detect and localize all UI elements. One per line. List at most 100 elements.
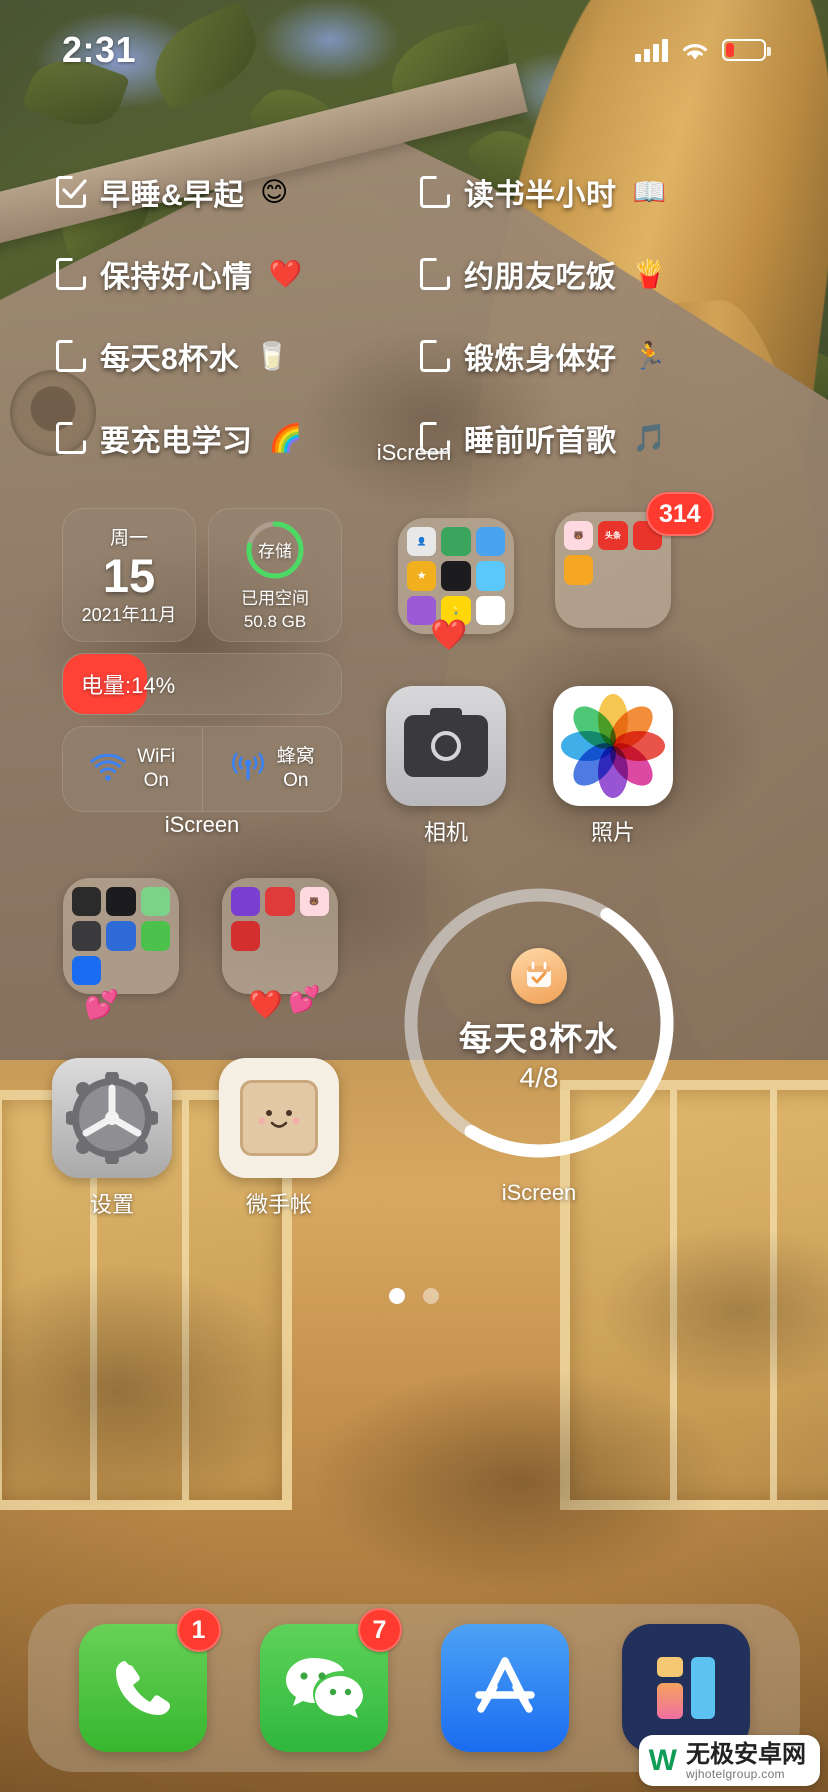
hearts-emoji-2: 💕: [288, 984, 321, 1014]
battery-low-icon: [722, 39, 771, 61]
folder-app-music-circle[interactable]: [441, 561, 471, 591]
app-photos-label: 照片: [590, 820, 635, 845]
dock-app-wechat[interactable]: 7: [259, 1608, 402, 1752]
checklist-item[interactable]: 每天8杯水 🥛: [56, 334, 412, 378]
utilities-folder[interactable]: [63, 878, 179, 994]
storage-ring: 存储: [244, 519, 306, 581]
page-dot[interactable]: [389, 1288, 405, 1304]
app-camera-label: 相机: [423, 820, 468, 845]
checklist-item-emoji: 📖: [632, 177, 667, 207]
checklist-item-emoji: 😊: [260, 176, 289, 207]
gear-icon[interactable]: [52, 1058, 172, 1178]
folder-empty-slot: [564, 590, 593, 619]
checkbox-icon[interactable]: [56, 258, 86, 290]
checklist-widget[interactable]: 早睡&早起 😊 读书半小时 📖 保持好心情 ❤️ 约朋友吃饭 🍟 每天8杯水 🥛 锻炼身体好 🏃 要充电…: [56, 170, 776, 460]
checklist-item-emoji: 🥛: [255, 341, 289, 371]
folder-app-contacts[interactable]: 👤: [407, 527, 437, 557]
folder-app-weibo[interactable]: [564, 555, 594, 585]
folder-app-video-purple[interactable]: [231, 887, 261, 917]
page-dots[interactable]: [0, 1288, 828, 1304]
checklist-item[interactable]: 早睡&早起 😊: [56, 170, 412, 214]
date-day: 15: [102, 548, 156, 602]
folder-app-music-red[interactable]: [265, 887, 295, 917]
folder-app-maps[interactable]: [140, 887, 170, 917]
checkbox-icon[interactable]: [420, 176, 450, 208]
date-year-month: 2021年11月: [81, 605, 177, 626]
watermark-url: wjhotelgroup.com: [686, 1767, 785, 1781]
cellular-bars-icon: [635, 38, 668, 62]
cellular-label: 蜂窝: [276, 746, 315, 768]
folder-empty-slot: [633, 555, 662, 584]
wechat-badge: 7: [357, 1608, 402, 1652]
dock-app-iscreen[interactable]: [621, 1624, 750, 1752]
cellular-status-cell[interactable]: 蜂窝 On: [201, 727, 342, 811]
status-bar-clock: 2:31: [62, 29, 137, 70]
checklist-item[interactable]: 锻炼身体好 🏃: [420, 334, 776, 378]
folder-app-shortcuts[interactable]: [106, 921, 136, 951]
date-card[interactable]: 周一 15 2021年11月: [62, 508, 196, 642]
dock-app-appstore[interactable]: [440, 1624, 569, 1752]
folder-app-appstore-small[interactable]: [72, 955, 102, 985]
water-tracker-widget[interactable]: 每天8杯水 4/8: [396, 880, 682, 1166]
folder-app-clock[interactable]: [106, 887, 136, 917]
folder-empty-slot: [106, 956, 135, 985]
info-widget[interactable]: 周一 15 2021年11月 存储 已用空间 50.8 GB 电量:14% Wi…: [62, 508, 342, 812]
folder-empty-slot: [633, 590, 662, 619]
checkbox-icon[interactable]: [56, 340, 86, 372]
battery-text: 电量:14%: [81, 673, 176, 698]
wifi-status-cell[interactable]: WiFi On: [63, 727, 202, 811]
phone-badge: 1: [176, 1608, 221, 1652]
app-settings[interactable]: 设置: [52, 1058, 172, 1219]
folder-app-novel-red[interactable]: [231, 921, 261, 951]
folder-empty-slot: [265, 921, 294, 950]
page-dot[interactable]: [423, 1288, 439, 1304]
storage-card[interactable]: 存储 已用空间 50.8 GB: [208, 508, 342, 642]
checklist-item-label: 早睡&早起: [100, 179, 245, 212]
folder-app-xiaohongshu[interactable]: 🐻: [564, 521, 594, 551]
checklist-item-label: 约朋友吃饭: [464, 261, 617, 294]
wifi-icon: [683, 43, 707, 59]
wifi-icon: [90, 754, 126, 781]
iscreen-icon[interactable]: [621, 1624, 750, 1752]
date-weekday: 周一: [109, 527, 148, 549]
folder-empty-slot: [265, 956, 294, 985]
notebook-icon[interactable]: [219, 1058, 339, 1178]
checklist-item[interactable]: 读书半小时 📖: [420, 170, 776, 214]
storage-value: 50.8 GB: [243, 611, 307, 631]
folder-app-files[interactable]: [475, 527, 505, 557]
folder-empty-slot: [141, 956, 170, 985]
checkbox-icon[interactable]: [420, 258, 450, 290]
battery-card[interactable]: 电量:14%: [62, 653, 342, 715]
checklist-item-label: 读书半小时: [464, 179, 617, 212]
checklist-item-emoji: 🏃: [632, 341, 667, 371]
photos-flower-icon[interactable]: [553, 686, 673, 806]
folder-app-bear-app[interactable]: 🐻: [299, 887, 329, 917]
folder-app-keypad[interactable]: [72, 921, 102, 951]
folder-app-browser[interactable]: [441, 527, 471, 557]
appstore-icon[interactable]: [440, 1624, 569, 1752]
checklist-item[interactable]: 约朋友吃饭 🍟: [420, 252, 776, 296]
folder-app-calculator[interactable]: [72, 887, 102, 917]
folder-app-toutiao[interactable]: 头条: [598, 521, 628, 551]
folder-app-wallet[interactable]: [475, 595, 505, 625]
folder-app-notes-green[interactable]: [140, 921, 170, 951]
app-settings-label: 设置: [89, 1192, 134, 1217]
camera-icon[interactable]: [386, 686, 506, 806]
app-camera[interactable]: 相机: [386, 686, 506, 847]
checklist-widget-caption: iScreen: [376, 440, 452, 465]
entertainment-folder[interactable]: 🐻: [222, 878, 338, 994]
dock-app-phone[interactable]: 1: [78, 1608, 221, 1752]
calendar-check-icon: [511, 948, 567, 1004]
connectivity-card[interactable]: WiFi On 蜂窝 On: [62, 726, 342, 812]
app-weishouzhang[interactable]: 微手帐: [219, 1058, 339, 1219]
folder-app-ratings[interactable]: ★: [407, 561, 437, 591]
checklist-item[interactable]: 保持好心情 ❤️: [56, 252, 412, 296]
app-photos[interactable]: 照片: [553, 686, 673, 847]
checklist-item-label: 保持好心情: [100, 261, 253, 294]
checkbox-icon[interactable]: [420, 340, 450, 372]
folder-app-photos-app[interactable]: [475, 561, 505, 591]
checkbox-checked-icon[interactable]: [56, 176, 87, 208]
folder-empty-slot: [231, 956, 260, 985]
heart-emoji-2: ❤️: [248, 989, 283, 1020]
apps-folder-one[interactable]: 👤 ★ 💡: [398, 518, 514, 634]
